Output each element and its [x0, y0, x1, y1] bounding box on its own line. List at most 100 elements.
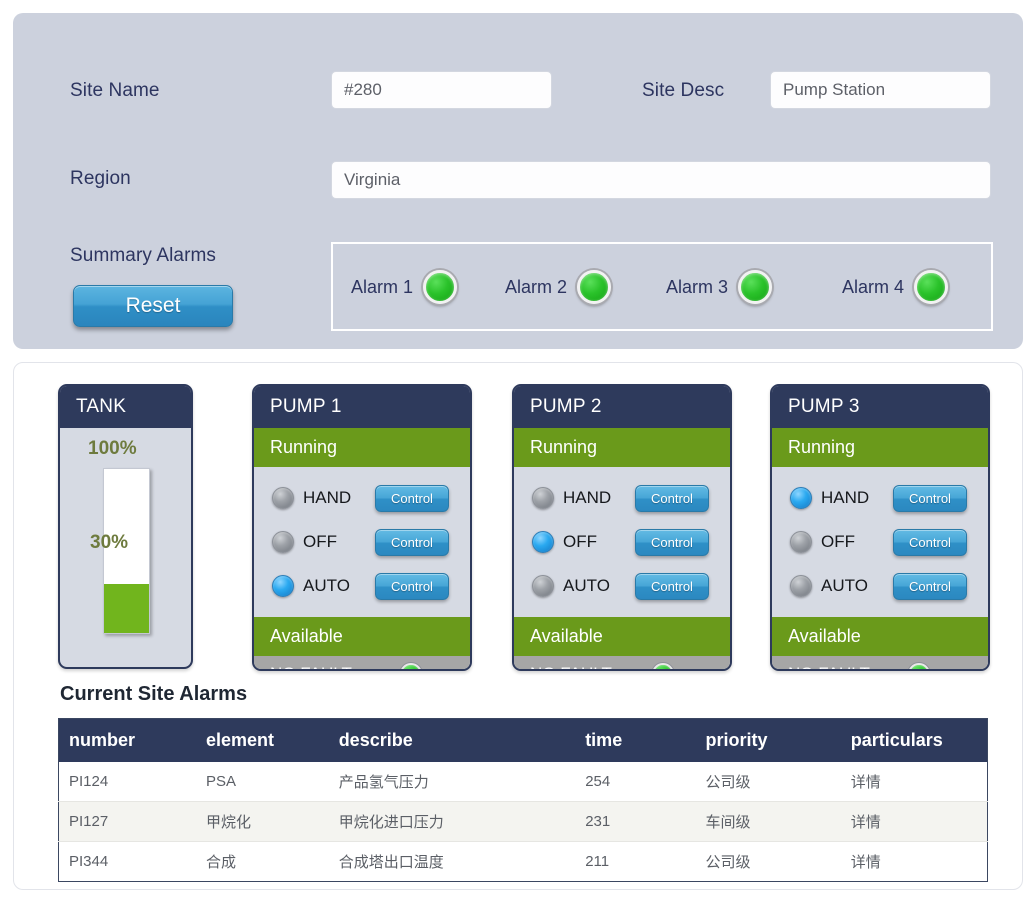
pump-1-auto-control-button[interactable]: Control [375, 572, 449, 600]
summary-alarm-1[interactable]: Alarm 1 [351, 270, 458, 304]
table-row[interactable]: PI344 合成 合成塔出口温度 211 公司级 详情 [59, 842, 988, 882]
cell-particulars[interactable]: 详情 [840, 762, 988, 802]
mode-led-icon [532, 531, 554, 553]
pump-1-title: PUMP 1 [254, 386, 470, 428]
site-desc-label: Site Desc [642, 80, 725, 101]
summary-alarm-3[interactable]: Alarm 3 [666, 270, 773, 304]
alarms-table-head: number element describe time priority pa… [58, 718, 988, 762]
tank-panel: TANK 100% 30% [58, 384, 193, 669]
tank-panel-title: TANK [60, 386, 191, 428]
region-input[interactable] [331, 161, 991, 199]
pump-1-mode-hand[interactable]: HAND Control [254, 476, 470, 520]
column-header-priority[interactable]: priority [695, 718, 841, 762]
column-header-describe[interactable]: describe [328, 718, 576, 762]
pump-2-title: PUMP 2 [514, 386, 730, 428]
pump-3-run-status: Running [772, 428, 988, 467]
column-header-number[interactable]: number [58, 718, 196, 762]
cell-number[interactable]: PI124 [58, 762, 196, 802]
site-name-label: Site Name [70, 80, 160, 101]
mode-led-icon [790, 531, 812, 553]
pump-1-run-status: Running [254, 428, 470, 467]
pump-3-mode-off[interactable]: OFF Control [772, 520, 988, 564]
cell-time: 211 [585, 853, 610, 870]
tank-fill-level [104, 583, 149, 633]
pump-2-auto-control-button[interactable]: Control [635, 572, 709, 600]
cell-priority: 公司级 [695, 762, 841, 802]
cell-describe: 产品氢气压力 [328, 762, 576, 802]
current-site-alarms-table: number element describe time priority pa… [58, 718, 988, 882]
column-header-element[interactable]: element [195, 718, 329, 762]
pump-1-fault-label: NO FAULT [270, 664, 352, 669]
pump-3-hand-control-button[interactable]: Control [893, 484, 967, 512]
pump-3-fault-bar: NO FAULT [772, 656, 988, 669]
current-site-alarms-title: Current Site Alarms [60, 683, 248, 705]
pump-1-off-control-button[interactable]: Control [375, 528, 449, 556]
table-row[interactable]: PI127 甲烷化 甲烷化进口压力 231 车间级 详情 [58, 801, 988, 842]
pump-2-fault-label: NO FAULT [530, 664, 612, 669]
cell-priority: 公司级 [705, 854, 751, 871]
summary-alarm-4[interactable]: Alarm 4 [842, 270, 949, 304]
pump-2-mode-hand[interactable]: HAND Control [514, 476, 730, 520]
pump-2-mode-off[interactable]: OFF Control [514, 520, 730, 564]
site-content-card: TANK 100% 30% PUMP 1 Running HAND Contro… [13, 362, 1023, 890]
fault-led-icon [651, 663, 674, 669]
pump-3-off-control-button[interactable]: Control [893, 528, 967, 556]
pump-2-panel: PUMP 2 Running HAND Control OFF Control … [512, 384, 732, 671]
column-header-time[interactable]: time [575, 718, 696, 762]
pump-3-mode-auto-label: AUTO [821, 576, 868, 595]
alarm-led-icon [738, 270, 773, 304]
cell-particulars[interactable]: 详情 [840, 801, 988, 842]
pump-1-mode-off[interactable]: OFF Control [254, 520, 470, 564]
pump-3-mode-auto[interactable]: AUTO Control [772, 564, 988, 608]
pump-3-mode-hand-label: HAND [821, 488, 870, 507]
summary-alarm-2[interactable]: Alarm 2 [505, 270, 612, 304]
pump-3-availability: Available [772, 617, 988, 656]
pump-3-fault-label: NO FAULT [788, 664, 870, 669]
pump-3-mode-hand[interactable]: HAND Control [772, 476, 988, 520]
site-desc-input[interactable] [770, 71, 991, 109]
pump-3-title: PUMP 3 [772, 386, 988, 428]
mode-led-icon [272, 487, 294, 509]
pump-2-mode-off-label: OFF [563, 532, 597, 551]
alarms-table-header-row: number element describe time priority pa… [58, 718, 988, 762]
cell-element: 甲烷化 [195, 801, 329, 842]
pump-3-auto-control-button[interactable]: Control [893, 572, 967, 600]
summary-alarm-2-label: Alarm 2 [505, 276, 568, 297]
pump-1-availability: Available [254, 617, 470, 656]
pump-1-mode-auto-label: AUTO [303, 576, 350, 595]
pump-3-panel: PUMP 3 Running HAND Control OFF Control … [770, 384, 990, 671]
mode-led-icon [790, 487, 812, 509]
pump-2-mode-auto[interactable]: AUTO Control [514, 564, 730, 608]
fault-led-icon [907, 663, 930, 669]
alarm-led-icon [423, 270, 458, 304]
mode-led-icon [272, 575, 294, 597]
pump-2-off-control-button[interactable]: Control [635, 528, 709, 556]
reset-button[interactable]: Reset [73, 285, 233, 327]
mode-led-icon [532, 487, 554, 509]
cell-describe: 甲烷化进口压力 [328, 801, 576, 842]
pump-1-fault-bar: NO FAULT [254, 656, 470, 669]
cell-number[interactable]: PI127 [58, 801, 196, 842]
table-row[interactable]: PI124 PSA 产品氢气压力 254 公司级 详情 [58, 762, 988, 802]
pump-2-mode-area: HAND Control OFF Control AUTO Control [514, 467, 730, 617]
column-header-particulars[interactable]: particulars [840, 718, 988, 762]
pump-1-mode-auto[interactable]: AUTO Control [254, 564, 470, 608]
cell-number[interactable]: PI344 [59, 842, 196, 882]
summary-alarm-4-label: Alarm 4 [842, 276, 905, 297]
summary-alarms-label: Summary Alarms [70, 245, 217, 266]
tank-gauge: 100% 30% [60, 428, 191, 654]
pump-2-mode-hand-label: HAND [563, 488, 612, 507]
pump-1-hand-control-button[interactable]: Control [375, 484, 449, 512]
cell-time: 254 [575, 762, 696, 802]
pump-2-hand-control-button[interactable]: Control [635, 484, 709, 512]
tank-level-label: 30% [90, 532, 129, 553]
cell-element: 合成 [205, 854, 236, 871]
mode-led-icon [532, 575, 554, 597]
region-label: Region [70, 168, 131, 189]
pump-1-mode-hand-label: HAND [303, 488, 352, 507]
pump-2-fault-bar: NO FAULT [514, 656, 730, 669]
cell-priority: 车间级 [695, 801, 841, 842]
pump-3-mode-off-label: OFF [821, 532, 855, 551]
cell-particulars[interactable]: 详情 [841, 842, 988, 882]
site-name-input[interactable] [331, 71, 552, 109]
